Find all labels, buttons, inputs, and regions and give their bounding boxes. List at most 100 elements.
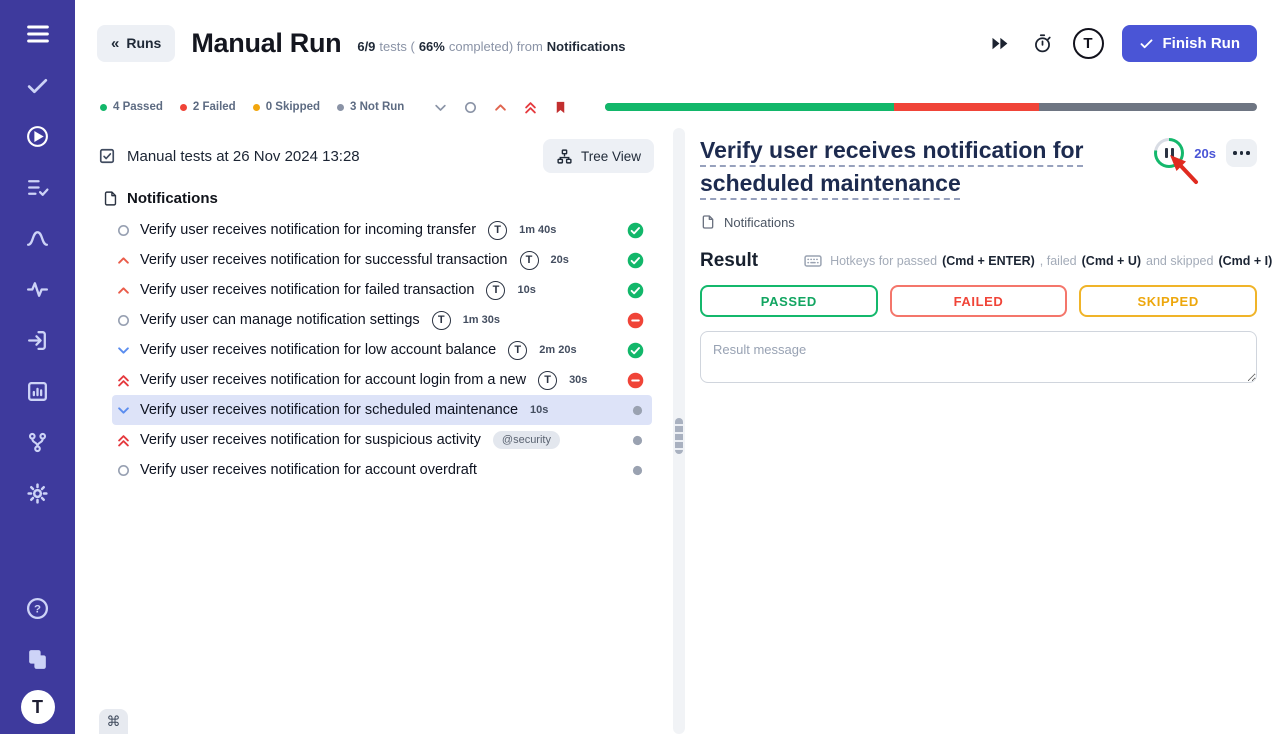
priority-normal-icon xyxy=(116,463,131,478)
status-failed-icon xyxy=(627,312,644,329)
settings-gear-icon[interactable] xyxy=(18,473,58,513)
filter-priority-normal-icon[interactable] xyxy=(463,100,478,115)
priority-normal-icon xyxy=(116,313,131,328)
test-duration: 30s xyxy=(569,374,587,386)
priority-critical-icon xyxy=(116,373,131,388)
help-icon[interactable]: ? xyxy=(18,588,58,628)
status-count: 4 Passed xyxy=(100,101,163,113)
status-dot-icon xyxy=(100,104,107,111)
test-row[interactable]: Verify user receives notification for ac… xyxy=(112,365,652,395)
failed-button[interactable]: FAILED xyxy=(890,285,1068,317)
test-row[interactable]: Verify user receives notification for sc… xyxy=(112,395,652,425)
menu-icon[interactable] xyxy=(18,14,58,54)
test-title: Verify user receives notification for sc… xyxy=(140,402,518,418)
run-progress-bar xyxy=(605,103,1257,111)
reports-icon[interactable] xyxy=(18,371,58,411)
testomat-badge-icon: T xyxy=(432,311,451,330)
runs-icon[interactable] xyxy=(18,116,58,156)
result-message-input[interactable] xyxy=(700,331,1257,383)
test-title: Verify user receives notification for fa… xyxy=(140,282,474,298)
bookmark-icon[interactable] xyxy=(553,100,568,115)
test-duration: 2m 20s xyxy=(539,344,576,356)
test-row[interactable]: Verify user receives notification for lo… xyxy=(112,335,652,365)
priority-high-icon xyxy=(116,253,131,268)
header: « Runs Manual Run 6/9 tests ( 66% comple… xyxy=(75,0,1280,86)
trend-icon[interactable] xyxy=(18,218,58,258)
test-title: Verify user receives notification for su… xyxy=(140,252,508,268)
test-title: Verify user receives notification for lo… xyxy=(140,342,496,358)
suite-header[interactable]: Notifications xyxy=(102,185,654,211)
sidebar: ? T xyxy=(0,0,75,734)
source-suite: Notifications xyxy=(547,39,626,54)
test-row[interactable]: Verify user receives notification for in… xyxy=(112,215,652,245)
test-duration: 10s xyxy=(530,404,548,416)
filter-priority-critical-icon[interactable] xyxy=(523,100,538,115)
priority-high-icon xyxy=(116,283,131,298)
file-icon xyxy=(102,190,119,207)
test-title: Verify user receives notification for ac… xyxy=(140,372,526,388)
testomat-header-logo-icon[interactable]: T xyxy=(1073,28,1104,59)
progress-passed-segment xyxy=(605,103,894,111)
test-tag: @security xyxy=(493,431,560,449)
test-row[interactable]: Verify user receives notification for su… xyxy=(112,245,652,275)
svg-text:?: ? xyxy=(34,603,41,615)
testomat-badge-icon: T xyxy=(508,341,527,360)
status-failed-icon xyxy=(627,372,644,389)
breadcrumb[interactable]: Notifications xyxy=(700,214,1257,230)
testomat-logo-icon[interactable]: T xyxy=(21,690,55,724)
pause-icon xyxy=(1157,141,1181,165)
testomat-badge-icon: T xyxy=(538,371,557,390)
test-detail-title[interactable]: Verify user receives notification for sc… xyxy=(700,134,1088,200)
status-notrun-icon xyxy=(631,404,644,417)
run-report-icon xyxy=(97,146,117,166)
test-plans-icon[interactable] xyxy=(18,167,58,207)
status-count: 2 Failed xyxy=(180,101,236,113)
status-notrun-icon xyxy=(631,434,644,447)
status-notrun-icon xyxy=(631,464,644,477)
priority-normal-icon xyxy=(116,223,131,238)
hotkey-failed: (Cmd + U) xyxy=(1082,254,1141,268)
test-row[interactable]: Verify user receives notification for su… xyxy=(112,425,652,455)
test-duration: 10s xyxy=(517,284,535,296)
subtitle-text: tests ( xyxy=(379,39,414,54)
docs-copy-icon[interactable] xyxy=(18,639,58,679)
test-row[interactable]: Verify user receives notification for ac… xyxy=(112,455,652,485)
back-to-runs-button[interactable]: « Runs xyxy=(97,25,175,62)
fast-forward-icon[interactable] xyxy=(987,31,1012,56)
test-list: Verify user receives notification for in… xyxy=(75,215,666,485)
tree-view-button[interactable]: Tree View xyxy=(543,139,654,173)
status-passed-icon xyxy=(627,222,644,239)
tree-view-label: Tree View xyxy=(581,149,641,164)
pause-timer-button[interactable] xyxy=(1154,138,1184,168)
keyboard-shortcuts-button[interactable]: ⌘ xyxy=(99,709,128,734)
tests-fraction: 6/9 xyxy=(357,39,375,54)
branches-icon[interactable] xyxy=(18,422,58,462)
timer-history-icon[interactable] xyxy=(1030,31,1055,56)
finish-run-button[interactable]: Finish Run xyxy=(1122,25,1258,62)
tree-view-icon xyxy=(556,148,573,165)
hotkey-skipped: (Cmd + I) xyxy=(1218,254,1272,268)
result-heading: Result xyxy=(700,250,758,272)
test-title: Verify user can manage notification sett… xyxy=(140,312,420,328)
run-progress-summary: 6/9 tests ( 66% completed) from Notifica… xyxy=(357,39,625,54)
page-title: Manual Run xyxy=(191,28,341,59)
status-dot-icon xyxy=(253,104,260,111)
test-row[interactable]: Verify user receives notification for fa… xyxy=(112,275,652,305)
run-title: Manual tests at 26 Nov 2024 13:28 xyxy=(127,148,360,165)
scrollbar-handle[interactable] xyxy=(675,418,683,454)
chevron-down-icon[interactable] xyxy=(433,100,448,115)
file-icon xyxy=(700,214,716,230)
tests-icon[interactable] xyxy=(18,65,58,105)
skipped-button[interactable]: SKIPPED xyxy=(1079,285,1257,317)
more-options-button[interactable] xyxy=(1226,139,1257,167)
import-icon[interactable] xyxy=(18,320,58,360)
filter-priority-high-icon[interactable] xyxy=(493,100,508,115)
pulse-icon[interactable] xyxy=(18,269,58,309)
passed-button[interactable]: PASSED xyxy=(700,285,878,317)
priority-critical-icon xyxy=(116,433,131,448)
back-button-label: Runs xyxy=(126,35,161,51)
test-row[interactable]: Verify user can manage notification sett… xyxy=(112,305,652,335)
progress-failed-segment xyxy=(894,103,1039,111)
test-title: Verify user receives notification for in… xyxy=(140,222,476,238)
test-duration: 1m 30s xyxy=(463,314,500,326)
